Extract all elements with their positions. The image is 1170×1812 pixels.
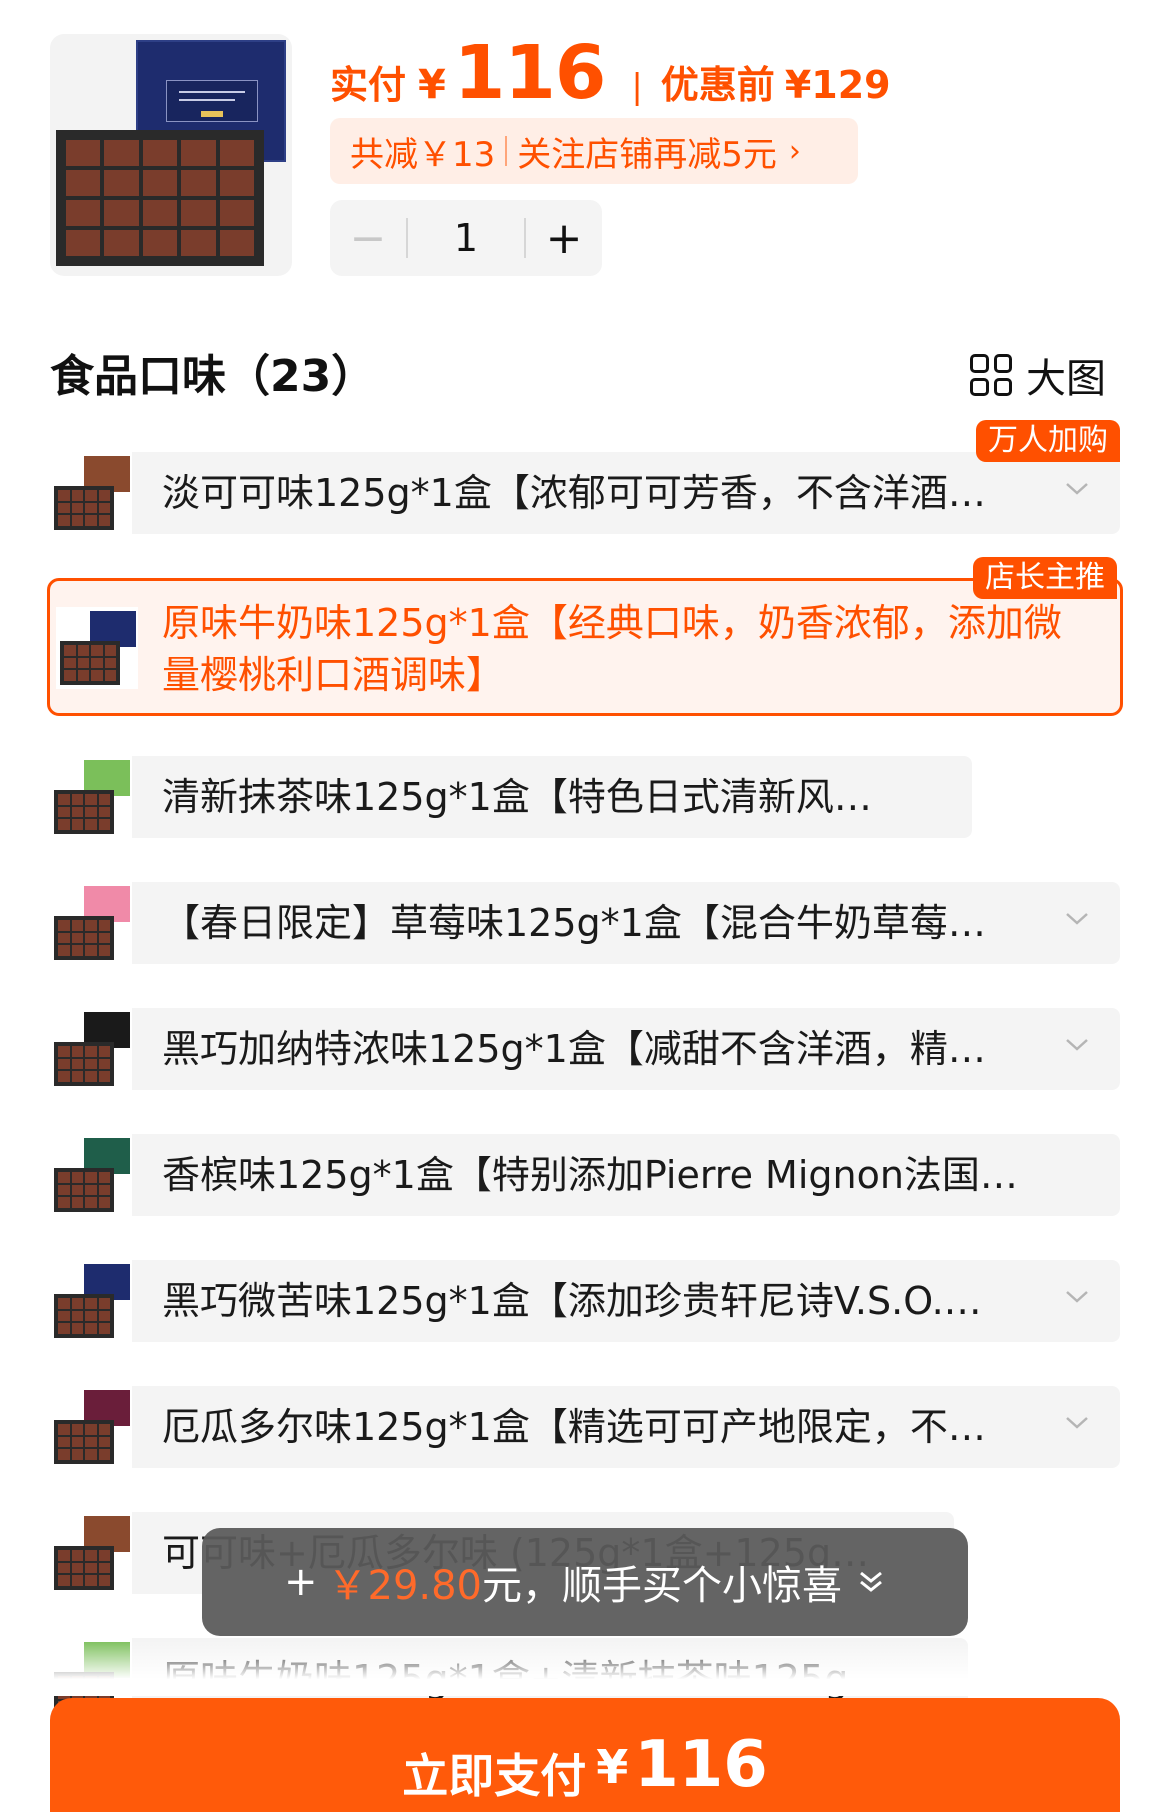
flavor-option[interactable]: 香槟味125g*1盒【特别添加Pierre Mignon法国… — [50, 1134, 1120, 1216]
quantity-stepper[interactable]: − 1 + — [330, 200, 602, 276]
flavor-thumbnail — [50, 1134, 132, 1216]
grid-view-icon — [970, 354, 1012, 396]
flavor-thumbnail — [50, 1260, 132, 1342]
flavor-thumbnail — [50, 1512, 132, 1594]
flavor-option-label: 香槟味125g*1盒【特别添加Pierre Mignon法国… — [162, 1153, 1018, 1197]
view-toggle-label: 大图 — [1026, 356, 1106, 402]
option-badge: 万人加购 — [976, 420, 1120, 462]
flavor-option-label: 【春日限定】草莓味125g*1盒【混合牛奶草莓… — [162, 901, 986, 945]
price-divider: | — [631, 67, 643, 107]
pay-now-button[interactable]: 立即支付 ¥ 116 — [50, 1698, 1120, 1812]
before-discount-label: 优惠前 — [660, 63, 775, 107]
upsell-toast[interactable]: + ￥29.80 元，顺手买个小惊喜 — [202, 1528, 968, 1636]
discount-hint: 关注店铺再减5元 — [517, 134, 777, 175]
quantity-value[interactable]: 1 — [408, 216, 524, 260]
chevron-down-icon[interactable] — [1064, 1410, 1090, 1436]
toast-text: 元，顺手买个小惊喜 — [482, 1563, 843, 1609]
flavor-thumbnail — [50, 452, 132, 534]
flavor-option[interactable]: 【春日限定】草莓味125g*1盒【混合牛奶草莓… — [50, 882, 1120, 964]
pay-currency: ¥ — [418, 62, 446, 108]
pay-now-label: 立即支付 — [402, 1749, 587, 1803]
flavor-option[interactable]: 厄瓜多尔味125g*1盒【精选可可产地限定，不… — [50, 1386, 1120, 1468]
chevron-right-icon: › — [788, 133, 801, 169]
flavor-option-label: 黑巧微苦味125g*1盒【添加珍贵轩尼诗V.S.O.… — [162, 1279, 982, 1323]
increase-button[interactable]: + — [526, 200, 602, 276]
option-badge: 店长主推 — [973, 557, 1117, 599]
chevron-down-icon[interactable] — [1064, 476, 1090, 502]
product-image[interactable] — [50, 34, 292, 276]
pay-amount: 116 — [453, 30, 606, 116]
flavor-option-label: 黑巧加纳特浓味125g*1盒【减甜不含洋酒，精… — [162, 1027, 986, 1071]
toast-plus: + — [283, 1559, 318, 1605]
list-fade — [0, 1640, 1170, 1696]
flavor-option-label: 清新抹茶味125g*1盒【特色日式清新风味】 — [162, 775, 902, 819]
flavor-option-label: 厄瓜多尔味125g*1盒【精选可可产地限定，不… — [162, 1405, 986, 1449]
section-title: 食品口味（23） — [50, 351, 376, 402]
flavor-option[interactable]: 淡可可味125g*1盒【浓郁可可芳香，不含洋酒… 万人加购 — [50, 420, 1120, 534]
flavor-option[interactable]: 黑巧加纳特浓味125g*1盒【减甜不含洋酒，精… — [50, 1008, 1120, 1090]
flavor-thumbnail — [50, 1386, 132, 1468]
flavor-thumbnail — [50, 756, 132, 838]
flavor-option-label: 原味牛奶味125g*1盒【经典口味，奶香浓郁，添加微量樱桃利口酒调味】 — [162, 601, 1062, 697]
chevron-down-icon[interactable] — [1064, 1284, 1090, 1310]
pill-divider — [505, 136, 508, 166]
price-row: 实付 ¥ 116 | 优惠前 ¥129 — [330, 30, 891, 116]
large-view-toggle[interactable]: 大图 — [970, 346, 1106, 404]
discount-total: 共减￥13 — [350, 134, 496, 175]
flavor-option[interactable]: 黑巧微苦味125g*1盒【添加珍贵轩尼诗V.S.O.… — [50, 1260, 1120, 1342]
flavor-thumbnail — [50, 882, 132, 964]
flavor-thumbnail — [50, 1008, 132, 1090]
discount-pill[interactable]: 共减￥13 关注店铺再减5元 › — [330, 118, 858, 184]
decrease-button[interactable]: − — [330, 200, 406, 276]
pay-now-currency: ¥ — [596, 1740, 629, 1794]
flavor-thumbnail — [56, 607, 138, 689]
double-chevron-down-icon — [860, 1571, 882, 1592]
pay-now-amount: 116 — [634, 1728, 768, 1802]
pay-label: 实付 — [330, 63, 407, 107]
flavor-option[interactable]: 清新抹茶味125g*1盒【特色日式清新风味】 — [50, 756, 972, 838]
chevron-down-icon[interactable] — [1064, 1032, 1090, 1058]
flavor-option-selected[interactable]: 原味牛奶味125g*1盒【经典口味，奶香浓郁，添加微量樱桃利口酒调味】 店长主推 — [47, 557, 1123, 716]
chocolate-tray-graphic — [56, 130, 264, 266]
toast-price: ￥29.80 — [327, 1563, 483, 1609]
flavor-option-label: 淡可可味125g*1盒【浓郁可可芳香，不含洋酒… — [162, 471, 986, 515]
chevron-down-icon[interactable] — [1064, 906, 1090, 932]
before-discount-price: ¥129 — [784, 63, 891, 107]
